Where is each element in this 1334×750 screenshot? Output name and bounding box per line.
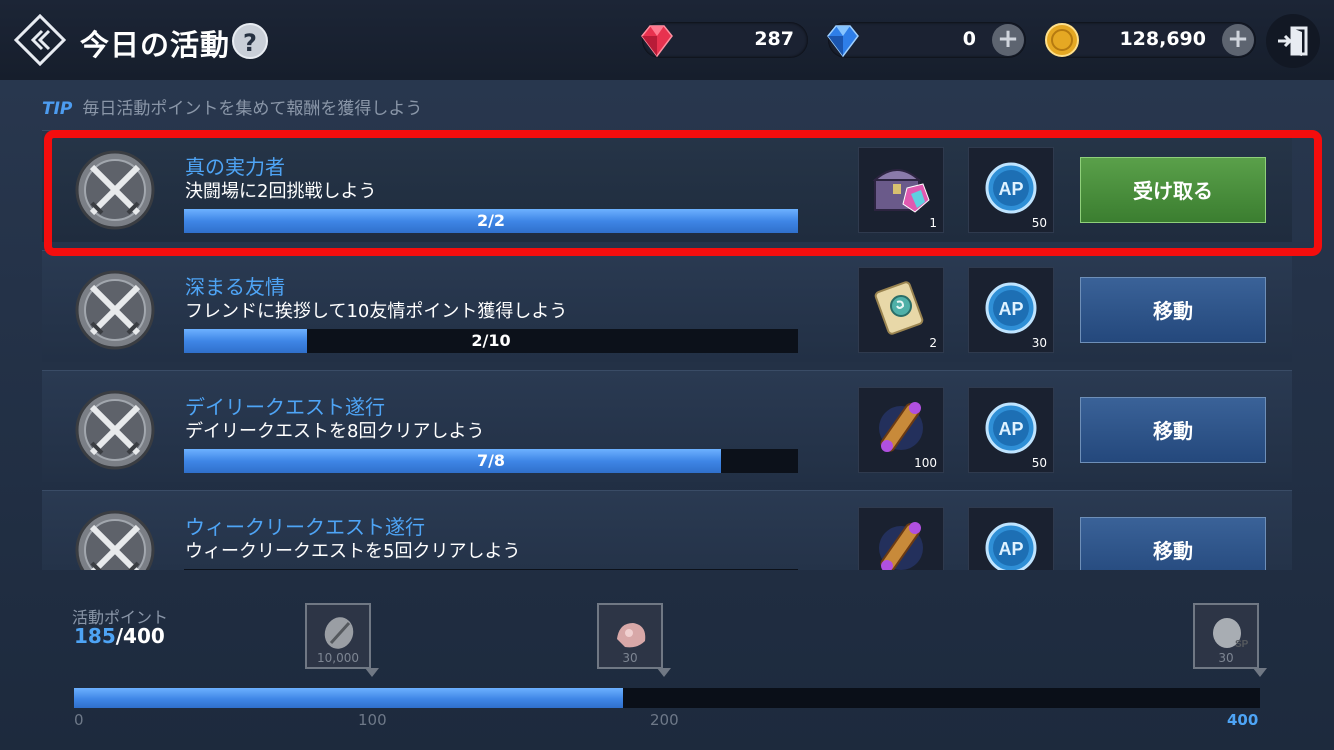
tip-banner: TIP 毎日活動ポイントを集めて報酬を獲得しよう — [42, 94, 422, 119]
top-bar: 今日の活動 ? 287 0 + 128,690 + — [0, 0, 1334, 80]
ruby-value: 287 — [754, 28, 794, 50]
ruby-icon — [641, 25, 673, 58]
quest-description: デイリークエストを8回クリアしよう — [185, 421, 485, 442]
crossed-swords-emblem-icon — [75, 390, 155, 470]
quest-progress-bar: 7/8 — [184, 449, 798, 473]
add-gold-button[interactable]: + — [1222, 24, 1254, 56]
scroll-icon — [874, 281, 924, 335]
sapphire-icon — [827, 25, 859, 58]
quest-row: デイリークエスト遂行 デイリークエストを8回クリアしよう 7/8 100 AP … — [42, 370, 1292, 482]
quest-title: デイリークエスト遂行 — [185, 395, 385, 419]
ruby-counter: 287 — [641, 22, 808, 58]
sapphire-value: 0 — [962, 28, 976, 50]
highlight-frame — [44, 130, 1322, 256]
tick-label-max: 400 — [1227, 711, 1259, 729]
tip-label: TIP — [42, 99, 73, 119]
move-button[interactable]: 移動 — [1080, 277, 1266, 343]
milestone-reward[interactable]: 10,000 — [305, 603, 379, 677]
svg-text:AP: AP — [998, 539, 1023, 559]
quest-progress-bar: 2/10 — [184, 329, 798, 353]
reward-slot[interactable]: AP — [968, 507, 1054, 570]
back-button[interactable] — [13, 13, 67, 67]
sp-coin-icon: SP — [1213, 618, 1249, 650]
page-title: 今日の活動 — [80, 28, 231, 62]
activity-points-current: 185 — [74, 624, 116, 648]
crossed-swords-emblem-icon — [75, 270, 155, 350]
ore-icon — [617, 623, 646, 648]
activity-points-max: /400 — [115, 624, 165, 648]
quest-progress-bar — [184, 569, 798, 570]
reward-count: 2 — [929, 336, 937, 350]
magic-scroll-icon — [879, 402, 923, 452]
milestone-pointer — [657, 668, 671, 677]
reward-slot[interactable]: 2 — [858, 267, 944, 353]
quest-title: ウィークリークエスト遂行 — [185, 515, 425, 539]
quest-row: ウィークリークエスト遂行 ウィークリークエストを5回クリアしよう AP 移動 — [42, 490, 1292, 570]
activity-progress-fill — [74, 688, 623, 708]
gold-coin-icon — [1045, 23, 1079, 57]
reward-count: 30 — [1031, 336, 1047, 350]
svg-text:AP: AP — [998, 299, 1023, 319]
crossed-swords-emblem-icon — [75, 510, 155, 570]
activity-progress-bar — [74, 688, 1260, 708]
magic-scroll-icon — [879, 522, 923, 570]
tick-label: 200 — [650, 711, 679, 729]
tick-label: 100 — [358, 711, 387, 729]
ap-coin-icon: AP — [985, 402, 1037, 454]
milestone-reward[interactable]: SP 30 — [1193, 603, 1267, 677]
activity-points-value: 185/400 — [74, 624, 165, 648]
milestone-pointer — [1253, 668, 1267, 677]
gold-counter: 128,690 + — [1045, 22, 1256, 58]
milestone-reward[interactable]: 30 — [597, 603, 671, 677]
quest-progress-text: 7/8 — [476, 451, 506, 470]
quest-description: フレンドに挨拶して10友情ポイント獲得しよう — [185, 301, 568, 322]
milestone-value: 10,000 — [317, 651, 359, 665]
quest-row: 深まる友情 フレンドに挨拶して10友情ポイント獲得しよう 2/10 2 AP 3… — [42, 250, 1292, 362]
svg-text:SP: SP — [1235, 639, 1249, 650]
reward-slot[interactable] — [858, 507, 944, 570]
exit-button[interactable] — [1266, 14, 1320, 68]
quest-title: 深まる友情 — [185, 275, 285, 299]
tip-text: 毎日活動ポイントを集めて報酬を獲得しよう — [82, 99, 423, 119]
reward-count: 50 — [1031, 456, 1047, 470]
tick-label: 0 — [74, 711, 84, 729]
add-sapphire-button[interactable]: + — [992, 24, 1024, 56]
reward-slot[interactable]: AP 30 — [968, 267, 1054, 353]
gold-value: 128,690 — [1119, 28, 1206, 50]
back-arrow-icon — [13, 13, 67, 67]
svg-text:AP: AP — [998, 419, 1023, 439]
reward-slot[interactable]: 100 — [858, 387, 944, 473]
quest-description: ウィークリークエストを5回クリアしよう — [185, 541, 521, 562]
sapphire-counter: 0 + — [827, 22, 1026, 58]
quest-progress-text: 2/10 — [471, 331, 511, 350]
milestone-pointer — [365, 668, 379, 677]
silver-coin-icon — [324, 617, 354, 649]
help-button[interactable]: ? — [232, 23, 268, 59]
exit-door-icon — [1278, 26, 1308, 56]
move-button[interactable]: 移動 — [1080, 517, 1266, 570]
reward-count: 100 — [914, 456, 937, 470]
move-button[interactable]: 移動 — [1080, 397, 1266, 463]
ap-coin-icon: AP — [985, 282, 1037, 334]
reward-slot[interactable]: AP 50 — [968, 387, 1054, 473]
milestone-value: 30 — [1218, 651, 1234, 665]
milestone-value: 30 — [622, 651, 638, 665]
ap-coin-icon: AP — [985, 522, 1037, 570]
